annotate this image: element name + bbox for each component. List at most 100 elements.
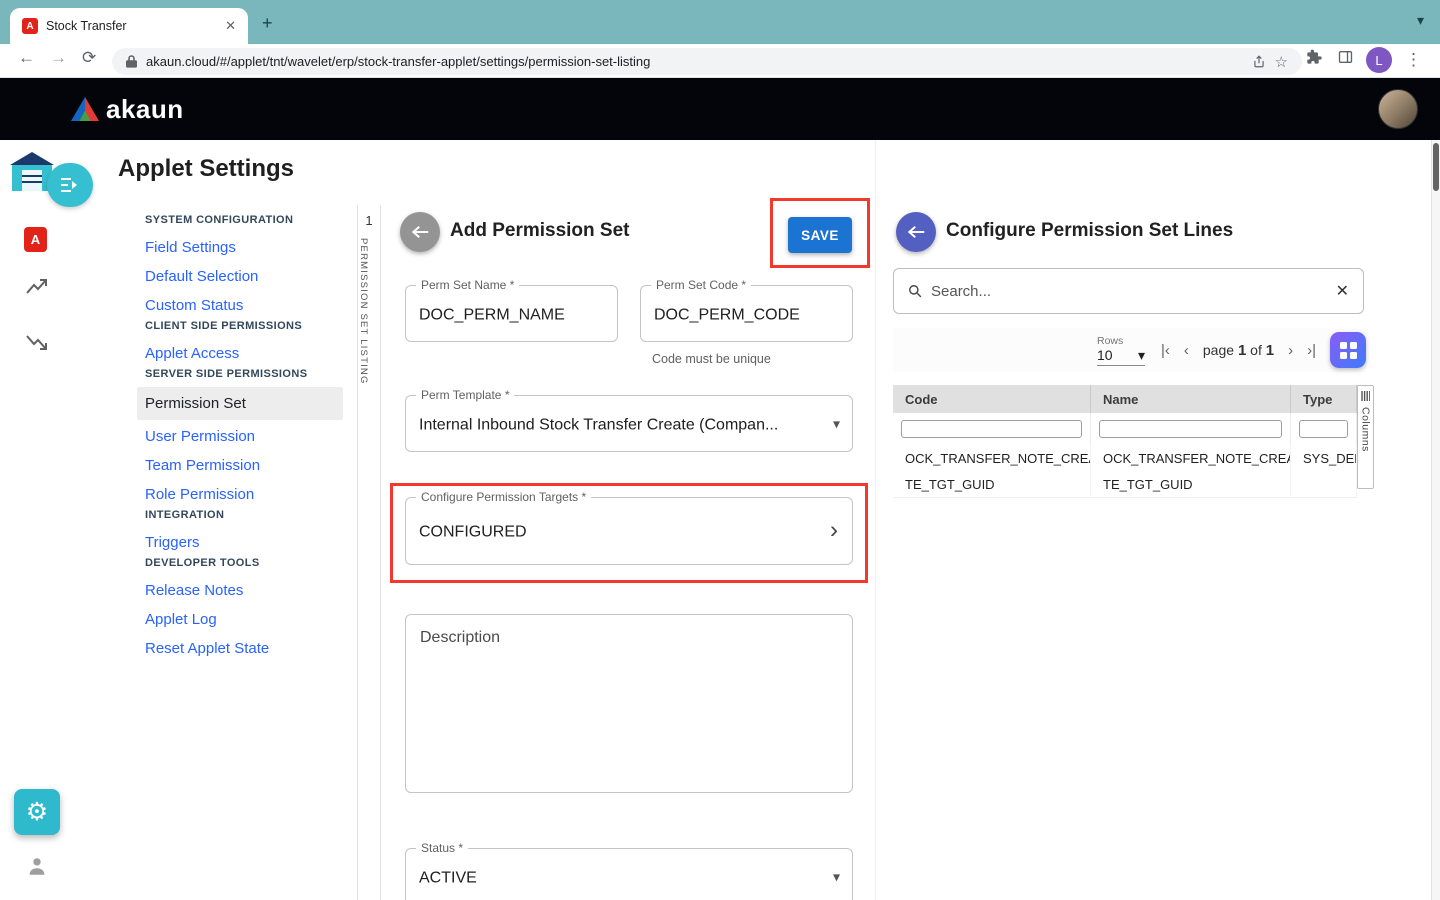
save-button[interactable]: SAVE [788,217,852,253]
app-header: akaun [0,78,1440,140]
url-text: akaun.cloud/#/applet/tnt/wavelet/erp/sto… [146,54,1243,69]
user-avatar[interactable] [1378,89,1418,129]
pager-next-icon[interactable]: › [1288,342,1293,359]
tab-search-caret-icon[interactable]: ▾ [1417,12,1424,29]
section-header-system-configuration: SYSTEM CONFIGURATION [145,214,335,226]
pager-page-label: page [1203,342,1234,358]
window-scrollbar[interactable] [1431,140,1440,900]
rows-per-page-value: 10 [1097,347,1113,363]
configure-targets-value: CONFIGURED [419,523,822,541]
sidebar-item-user-permission[interactable]: User Permission [145,422,335,451]
lock-icon [126,55,137,68]
browser-profile-avatar[interactable]: L [1366,47,1392,73]
browser-refresh-icon[interactable]: ⟳ [82,48,96,68]
filter-type-input[interactable] [1299,420,1348,438]
status-select[interactable]: Status * ACTIVE ▾ [405,848,853,900]
sidebar-expand-button[interactable] [47,163,93,207]
pager-page-total: 1 [1266,342,1274,359]
browser-menu-kebab-icon[interactable]: ⋮ [1405,50,1422,70]
form-panel-title: Add Permission Set [450,220,630,242]
perm-set-code-field[interactable]: Perm Set Code * DOC_PERM_CODE [640,285,853,342]
permission-lines-table: Code Name Type OCK_TRANSFER_NOTE_CREA OC… [893,385,1357,498]
logo-text: akaun [106,94,184,125]
grid-view-button[interactable] [1330,332,1366,368]
cell-code: OCK_TRANSFER_NOTE_CREA [893,445,1091,471]
trending-down-icon[interactable] [26,333,48,351]
perm-set-name-field[interactable]: Perm Set Name * DOC_PERM_NAME [405,285,618,342]
browser-tab[interactable]: A Stock Transfer ✕ [10,8,248,44]
pager-first-icon[interactable]: |‹ [1161,342,1170,359]
columns-icon [1361,391,1370,401]
pdf-icon[interactable]: A [24,227,47,252]
sidebar-item-custom-status[interactable]: Custom Status [145,291,335,320]
column-header-code[interactable]: Code [893,385,1091,413]
side-panel-icon[interactable] [1337,49,1354,65]
table-row[interactable]: OCK_TRANSFER_NOTE_CREA OCK_TRANSFER_NOTE… [893,445,1357,471]
pager-status: page 1 of 1 [1203,342,1274,359]
status-value: ACTIVE [419,869,822,887]
section-header-client-side-permissions: CLIENT SIDE PERMISSIONS [145,320,335,332]
trending-up-icon[interactable] [26,278,48,296]
sidebar-item-role-permission[interactable]: Role Permission [145,480,335,509]
perm-template-select[interactable]: Perm Template * Internal Inbound Stock T… [405,395,853,452]
cell-type [1291,471,1357,497]
pager-last-icon[interactable]: ›| [1307,342,1316,359]
section-header-developer-tools: DEVELOPER TOOLS [145,557,335,569]
browser-forward-icon[interactable]: → [50,48,67,68]
bookmark-star-icon[interactable]: ☆ [1275,53,1288,71]
rows-per-page-block: Rows 10 ▾ [1097,335,1145,366]
sidebar-item-permission-set[interactable]: Permission Set [137,387,343,420]
scrollbar-thumb[interactable] [1433,143,1439,191]
filter-name-input[interactable] [1099,420,1282,438]
chevron-right-icon: › [830,516,838,544]
search-input[interactable] [931,283,1327,300]
status-label: Status * [416,841,468,855]
description-textarea[interactable] [405,614,853,793]
cell-code: TE_TGT_GUID [893,471,1091,497]
sidebar-item-applet-log[interactable]: Applet Log [145,605,335,634]
akaun-logo-icon [70,96,100,122]
tab-close-icon[interactable]: ✕ [225,18,236,34]
settings-sidebar: SYSTEM CONFIGURATION Field Settings Defa… [145,214,335,663]
sidebar-item-triggers[interactable]: Triggers [145,528,335,557]
page-title: Applet Settings [118,155,294,183]
pager-of-label: of [1250,342,1262,358]
permission-set-lines-panel: Configure Permission Set Lines ✕ Rows 10… [875,140,1385,900]
vertical-tab-label: PERMISSION SET LISTING [358,238,369,385]
url-bar[interactable]: akaun.cloud/#/applet/tnt/wavelet/erp/sto… [112,48,1302,75]
tab-favicon-icon: A [22,18,38,34]
sidebar-item-field-settings[interactable]: Field Settings [145,233,335,262]
search-clear-icon[interactable]: ✕ [1336,281,1349,301]
pager-prev-icon[interactable]: ‹ [1184,342,1189,359]
extensions-puzzle-icon[interactable] [1306,49,1322,65]
configure-permission-targets-field[interactable]: Configure Permission Targets * CONFIGURE… [405,497,853,565]
lines-search-box[interactable]: ✕ [893,268,1364,314]
account-person-icon[interactable] [26,855,48,877]
sidebar-item-team-permission[interactable]: Team Permission [145,451,335,480]
rows-label: Rows [1097,335,1145,347]
vertical-tab-permission-set-listing[interactable]: 1 PERMISSION SET LISTING [357,205,381,900]
pager-page-current: 1 [1238,342,1246,359]
share-icon[interactable] [1252,54,1266,69]
column-header-type[interactable]: Type [1291,385,1357,413]
sidebar-item-reset-applet-state[interactable]: Reset Applet State [145,634,335,663]
sidebar-item-release-notes[interactable]: Release Notes [145,576,335,605]
browser-back-icon[interactable]: ← [18,48,35,68]
form-back-button[interactable] [400,212,440,252]
lines-back-button[interactable] [896,212,936,252]
sidebar-item-applet-access[interactable]: Applet Access [145,339,335,368]
akaun-logo[interactable]: akaun [70,94,184,125]
table-row[interactable]: TE_TGT_GUID TE_TGT_GUID [893,471,1357,497]
perm-set-name-value: DOC_PERM_NAME [419,306,587,324]
new-tab-button[interactable]: + [262,13,273,34]
settings-gear-button[interactable]: ⚙ [14,789,60,835]
rows-caret-icon: ▾ [1138,347,1145,364]
vertical-tab-index: 1 [358,213,380,228]
tab-title: Stock Transfer [46,19,217,33]
columns-panel-toggle[interactable]: Columns [1357,385,1374,489]
filter-code-input[interactable] [901,420,1082,438]
sidebar-item-default-selection[interactable]: Default Selection [145,262,335,291]
perm-template-label: Perm Template * [416,388,514,402]
column-header-name[interactable]: Name [1091,385,1291,413]
rows-per-page-select[interactable]: 10 ▾ [1097,347,1145,366]
